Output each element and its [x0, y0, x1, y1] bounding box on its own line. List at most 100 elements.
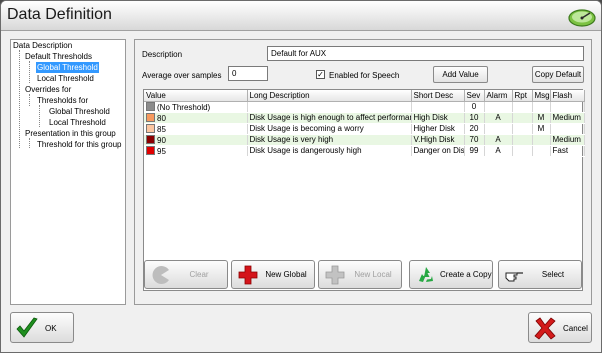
row-value: 85	[157, 124, 166, 134]
row-flash: Medium	[550, 112, 585, 124]
pacman-icon	[152, 266, 169, 284]
red-x-icon	[534, 317, 556, 340]
new-local-button[interactable]: New Local	[318, 260, 402, 289]
clear-button[interactable]: Clear	[144, 260, 228, 289]
create-copy-button[interactable]: Create a Copy	[409, 260, 493, 289]
data-definition-window: Data Definition Data Description Default…	[0, 0, 602, 353]
row-short-desc: High Disk	[411, 112, 465, 124]
row-alarm	[484, 101, 513, 113]
row-long-description: Disk Usage is very high	[247, 134, 412, 146]
row-sev: 10	[464, 112, 485, 124]
row-long-description: Disk Usage is becoming a worry	[247, 123, 412, 135]
row-sev: 20	[464, 123, 485, 135]
row-alarm: A	[484, 145, 513, 157]
average-samples-field[interactable]: 0	[228, 66, 268, 81]
column-header-long-description[interactable]: Long Description	[247, 90, 412, 102]
row-short-desc: V.High Disk	[411, 134, 465, 146]
column-header-value[interactable]: Value	[144, 90, 248, 102]
row-msg: M	[532, 112, 551, 124]
row-msg	[532, 101, 551, 113]
gray-plus-icon	[325, 265, 345, 285]
row-flash: Fast	[550, 145, 585, 157]
row-long-description	[247, 101, 412, 113]
row-value: 90	[157, 135, 166, 145]
table-row[interactable]: 80 Disk Usage is high enough to affect p…	[144, 112, 585, 124]
tree-item-override-local-threshold[interactable]: Local Threshold	[48, 117, 107, 128]
threshold-color-swatch	[146, 145, 155, 155]
table-row[interactable]: 90 Disk Usage is very high V.High Disk 7…	[144, 134, 585, 146]
row-msg: M	[532, 123, 551, 135]
row-flash: Medium	[550, 134, 585, 146]
recycle-icon	[419, 267, 433, 282]
tree-item-overrides-for[interactable]: Overrides for	[24, 84, 72, 95]
tree-item-thresholds-for[interactable]: Thresholds for	[36, 95, 89, 106]
new-global-button-label: New Global	[265, 270, 307, 279]
column-header-short-desc[interactable]: Short Desc	[411, 90, 465, 102]
row-short-desc: Danger on Disk	[411, 145, 465, 157]
navigation-tree[interactable]: Data Description Default Thresholds Glob…	[10, 39, 126, 305]
row-value: 95	[157, 146, 166, 156]
description-label: Description	[142, 50, 183, 59]
row-sev: 70	[464, 134, 485, 146]
description-field[interactable]: Default for AUX	[267, 46, 584, 61]
tree-connector	[29, 94, 30, 106]
tree-connector	[19, 50, 20, 148]
tree-item-threshold-for-group[interactable]: Threshold for this group	[36, 139, 123, 150]
window-title: Data Definition	[7, 6, 112, 23]
row-rpt	[512, 145, 533, 157]
speech-checkbox[interactable]: ✓	[316, 70, 325, 79]
row-alarm: A	[484, 112, 513, 124]
column-header-msg[interactable]: Msg	[532, 90, 551, 102]
create-copy-button-label: Create a Copy	[440, 270, 492, 279]
row-rpt	[512, 112, 533, 124]
add-value-button[interactable]: Add Value	[433, 66, 488, 83]
row-value: 80	[157, 113, 166, 123]
column-header-rpt[interactable]: Rpt	[512, 90, 533, 102]
tree-item-data-description[interactable]: Data Description	[12, 40, 73, 51]
new-global-button[interactable]: New Global	[231, 260, 315, 289]
tree-item-presentation[interactable]: Presentation in this group	[24, 128, 117, 139]
pointing-hand-icon	[505, 272, 523, 282]
tree-connector	[29, 61, 30, 83]
table-row[interactable]: (No Threshold) 0	[144, 101, 585, 113]
tree-connector	[39, 105, 40, 127]
ok-button-label: OK	[45, 324, 57, 333]
tree-item-default-thresholds[interactable]: Default Thresholds	[24, 51, 93, 62]
clear-button-label: Clear	[189, 270, 209, 279]
column-header-flash[interactable]: Flash	[550, 90, 585, 102]
threshold-color-swatch	[146, 101, 155, 111]
table-row[interactable]: 85 Disk Usage is becoming a worry Higher…	[144, 123, 585, 135]
threshold-panel: Description Default for AUX Average over…	[134, 39, 592, 305]
threshold-color-swatch	[146, 112, 155, 122]
select-button[interactable]: Select	[498, 260, 582, 289]
row-sev: 99	[464, 145, 485, 157]
threshold-color-swatch	[146, 134, 155, 144]
copy-default-button[interactable]: Copy Default	[532, 66, 584, 83]
tree-item-local-threshold[interactable]: Local Threshold	[36, 73, 95, 84]
cancel-button[interactable]: Cancel	[528, 312, 592, 343]
row-msg	[532, 134, 551, 146]
title-bar[interactable]: Data Definition	[1, 1, 601, 31]
new-local-button-label: New Local	[354, 270, 392, 279]
row-alarm	[484, 123, 513, 135]
tree-item-override-global-threshold[interactable]: Global Threshold	[48, 106, 111, 117]
speedometer-icon	[568, 9, 596, 27]
row-rpt	[512, 134, 533, 146]
row-flash	[550, 123, 585, 135]
row-msg	[532, 145, 551, 157]
table-header: Value Long Description Short Desc Sev Al…	[144, 90, 585, 102]
speech-label: Enabled for Speech	[329, 71, 400, 80]
table-row[interactable]: 95 Disk Usage is dangerously high Danger…	[144, 145, 585, 157]
tree-item-global-threshold[interactable]: Global Threshold	[36, 62, 99, 73]
average-label: Average over samples	[142, 71, 222, 80]
row-short-desc: Higher Disk	[411, 123, 465, 135]
ok-button[interactable]: OK	[10, 312, 74, 343]
row-long-description: Disk Usage is dangerously high	[247, 145, 412, 157]
select-button-label: Select	[541, 270, 565, 279]
cancel-button-label: Cancel	[563, 324, 588, 333]
column-header-alarm[interactable]: Alarm	[484, 90, 513, 102]
column-header-sev[interactable]: Sev	[464, 90, 485, 102]
row-long-description: Disk Usage is high enough to affect perf…	[247, 112, 412, 124]
tree-connector	[29, 138, 30, 148]
red-plus-icon	[238, 265, 258, 285]
